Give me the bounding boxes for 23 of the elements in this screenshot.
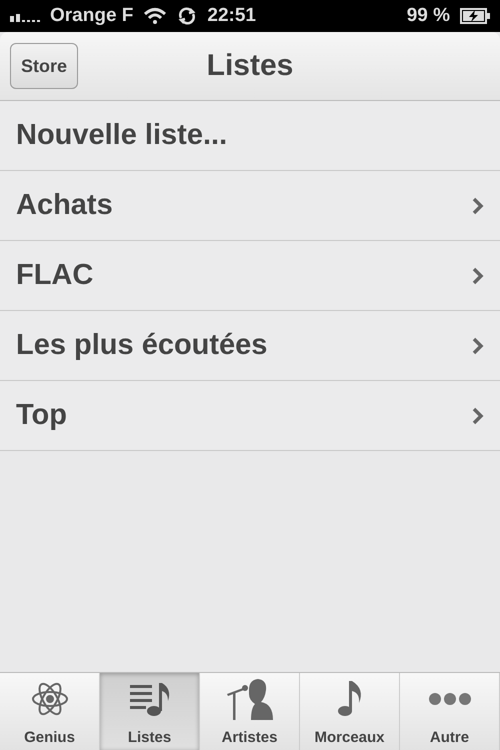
page-title: Listes	[206, 49, 294, 83]
chevron-icon	[472, 266, 484, 284]
carrier-name: Orange F	[50, 5, 134, 27]
row-label: Achats	[16, 189, 114, 222]
chevron-icon	[472, 406, 484, 424]
tab-item[interactable]: Autre	[400, 673, 500, 750]
clock-time: 22:51	[207, 5, 256, 27]
chevron-icon	[472, 336, 484, 354]
row-label: FLAC	[16, 259, 94, 292]
singer-icon	[224, 678, 274, 720]
battery-charging-icon	[460, 8, 490, 24]
wifi-icon	[143, 7, 168, 25]
row-label: Nouvelle liste...	[16, 119, 228, 152]
row-label: Top	[16, 399, 68, 432]
tab-item[interactable]: Listes	[100, 673, 200, 750]
row-label: Les plus écoutées	[16, 329, 268, 362]
sync-icon	[177, 6, 198, 26]
tab-item[interactable]: Artistes	[200, 673, 300, 750]
chevron-icon	[472, 196, 484, 214]
more-icon	[428, 692, 472, 706]
store-button[interactable]: Store	[10, 43, 78, 89]
tab-item[interactable]: Morceaux	[300, 673, 400, 750]
battery-percent: 99 %	[406, 5, 450, 27]
